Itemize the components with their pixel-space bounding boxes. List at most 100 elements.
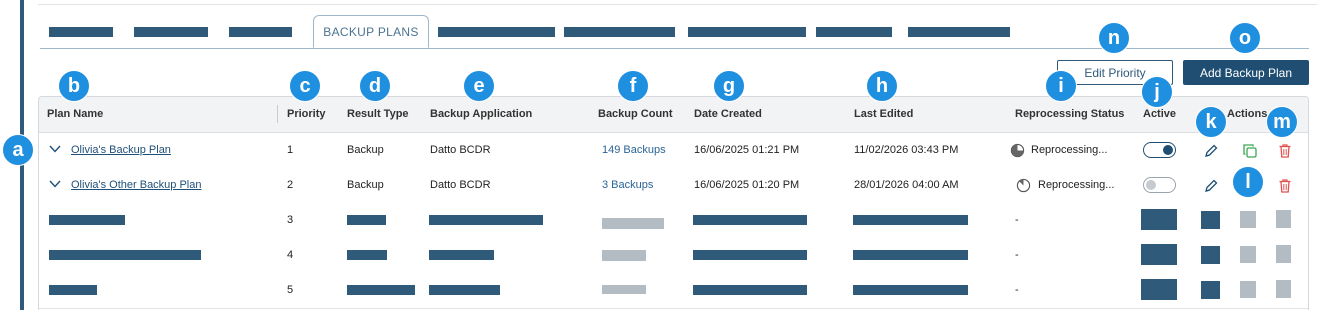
delete-trash-icon[interactable] xyxy=(1277,178,1293,194)
active-toggle[interactable] xyxy=(1143,177,1176,193)
tab-backup-plans-label: BACKUP PLANS xyxy=(323,24,419,39)
callout-badge-e: e xyxy=(463,70,495,102)
header-backup-application[interactable]: Backup Application xyxy=(430,108,532,120)
plan-name-redacted[interactable] xyxy=(49,285,97,295)
table-row: Olivia's Backup Plan 1 Backup Datto BCDR… xyxy=(39,133,1308,169)
reprocessing-status-value: Reprocessing... xyxy=(1038,179,1115,191)
callout-badge-m: m xyxy=(1266,106,1298,138)
callout-badge-o: o xyxy=(1229,22,1261,54)
progress-pie-icon xyxy=(1010,143,1025,158)
priority-value: 1 xyxy=(287,144,294,156)
priority-value: 3 xyxy=(287,214,294,226)
result-type-value: Backup xyxy=(347,179,384,191)
backup-count-link[interactable]: 3 Backups xyxy=(602,179,653,191)
edit-priority-label: Edit Priority xyxy=(1084,65,1146,80)
top-divider xyxy=(38,4,1317,5)
edit-pencil-icon[interactable] xyxy=(1203,178,1219,194)
header-backup-count[interactable]: Backup Count xyxy=(598,108,673,120)
tab-redacted-3[interactable] xyxy=(229,27,292,37)
table-row: 5 - xyxy=(39,273,1308,309)
table-row: Olivia's Other Backup Plan 2 Backup Datt… xyxy=(39,168,1308,204)
chevron-down-icon[interactable] xyxy=(49,180,61,188)
tab-redacted-6[interactable] xyxy=(688,27,806,37)
priority-value: 2 xyxy=(287,179,294,191)
backup-count-redacted[interactable] xyxy=(602,250,646,261)
callout-badge-k: k xyxy=(1195,106,1227,138)
result-type-redacted xyxy=(347,215,386,225)
tab-backup-plans[interactable]: BACKUP PLANS xyxy=(313,15,429,48)
backup-count-redacted[interactable] xyxy=(602,218,664,229)
tab-redacted-8[interactable] xyxy=(908,27,1010,37)
backup-count-redacted[interactable] xyxy=(602,285,646,294)
last-edited-value: 11/02/2026 03:43 PM xyxy=(854,144,959,156)
active-toggle-redacted[interactable] xyxy=(1141,279,1177,300)
backup-count-link[interactable]: 149 Backups xyxy=(602,144,666,156)
add-backup-plan-button[interactable]: Add Backup Plan xyxy=(1183,60,1309,85)
plan-name-link[interactable]: Olivia's Other Backup Plan xyxy=(71,179,202,191)
last-edited-value: 28/01/2026 04:00 AM xyxy=(854,179,959,191)
plan-name-redacted[interactable] xyxy=(49,215,125,225)
progress-pie-icon xyxy=(1016,178,1031,193)
header-result-type[interactable]: Result Type xyxy=(347,108,409,120)
result-type-value: Backup xyxy=(347,144,384,156)
backup-application-value: Datto BCDR xyxy=(430,179,491,191)
header-last-edited[interactable]: Last Edited xyxy=(854,108,913,120)
edit-action-redacted[interactable] xyxy=(1201,246,1220,264)
callout-badge-l: l xyxy=(1232,166,1264,198)
tab-redacted-2[interactable] xyxy=(134,27,208,37)
plan-name-link[interactable]: Olivia's Backup Plan xyxy=(71,144,171,156)
last-edited-redacted xyxy=(853,285,968,295)
callout-badge-j: j xyxy=(1141,76,1173,108)
active-toggle-redacted[interactable] xyxy=(1141,209,1177,230)
edit-action-redacted[interactable] xyxy=(1201,211,1220,229)
header-actions: Actions xyxy=(1227,108,1268,120)
edit-pencil-icon[interactable] xyxy=(1203,143,1219,159)
callout-badge-f: f xyxy=(617,70,649,102)
tab-redacted-5[interactable] xyxy=(564,27,675,37)
tab-redacted-4[interactable] xyxy=(438,27,555,37)
reprocessing-status-value: Reprocessing... xyxy=(1031,144,1108,156)
result-type-redacted xyxy=(347,250,387,260)
backup-application-redacted xyxy=(429,215,543,225)
active-toggle-redacted[interactable] xyxy=(1141,244,1177,265)
callout-badge-a: a xyxy=(2,134,34,166)
copy-action-redacted[interactable] xyxy=(1240,246,1256,263)
header-reprocessing-status[interactable]: Reprocessing Status xyxy=(1015,108,1124,120)
priority-value: 5 xyxy=(287,284,294,296)
reprocessing-status-value: - xyxy=(1015,214,1019,226)
date-created-redacted xyxy=(693,215,807,225)
last-edited-redacted xyxy=(853,250,968,260)
callout-badge-i: i xyxy=(1045,70,1077,102)
backup-application-redacted xyxy=(429,250,494,260)
chevron-down-icon[interactable] xyxy=(49,145,61,153)
callout-badge-d: d xyxy=(359,70,391,102)
copy-action-redacted[interactable] xyxy=(1240,211,1256,228)
callout-badge-c: c xyxy=(289,70,321,102)
delete-action-redacted[interactable] xyxy=(1276,245,1291,263)
edit-action-redacted[interactable] xyxy=(1201,281,1220,299)
header-date-created[interactable]: Date Created xyxy=(694,108,762,120)
header-priority[interactable]: Priority xyxy=(287,108,326,120)
result-type-redacted xyxy=(347,285,415,295)
table-row: 3 - xyxy=(39,203,1308,239)
delete-action-redacted[interactable] xyxy=(1276,210,1291,228)
callout-badge-g: g xyxy=(713,70,745,102)
delete-action-redacted[interactable] xyxy=(1276,280,1291,298)
callout-badge-b: b xyxy=(58,70,90,102)
delete-trash-icon[interactable] xyxy=(1277,143,1293,159)
reprocessing-status-value: - xyxy=(1015,249,1019,261)
tab-redacted-1[interactable] xyxy=(49,27,113,37)
last-edited-redacted xyxy=(853,215,968,225)
header-plan-name[interactable]: Plan Name xyxy=(47,108,103,120)
plan-name-redacted[interactable] xyxy=(49,250,201,260)
backup-plans-table: Plan Name Priority Result Type Backup Ap… xyxy=(38,96,1309,310)
header-active[interactable]: Active xyxy=(1143,108,1176,120)
copy-icon[interactable] xyxy=(1242,143,1258,159)
header-separator[interactable] xyxy=(277,105,278,123)
date-created-redacted xyxy=(693,285,807,295)
backup-application-redacted xyxy=(429,285,500,295)
tab-redacted-7[interactable] xyxy=(816,27,892,37)
active-toggle[interactable] xyxy=(1143,142,1176,158)
add-backup-plan-label: Add Backup Plan xyxy=(1199,65,1293,80)
copy-action-redacted[interactable] xyxy=(1240,281,1256,298)
